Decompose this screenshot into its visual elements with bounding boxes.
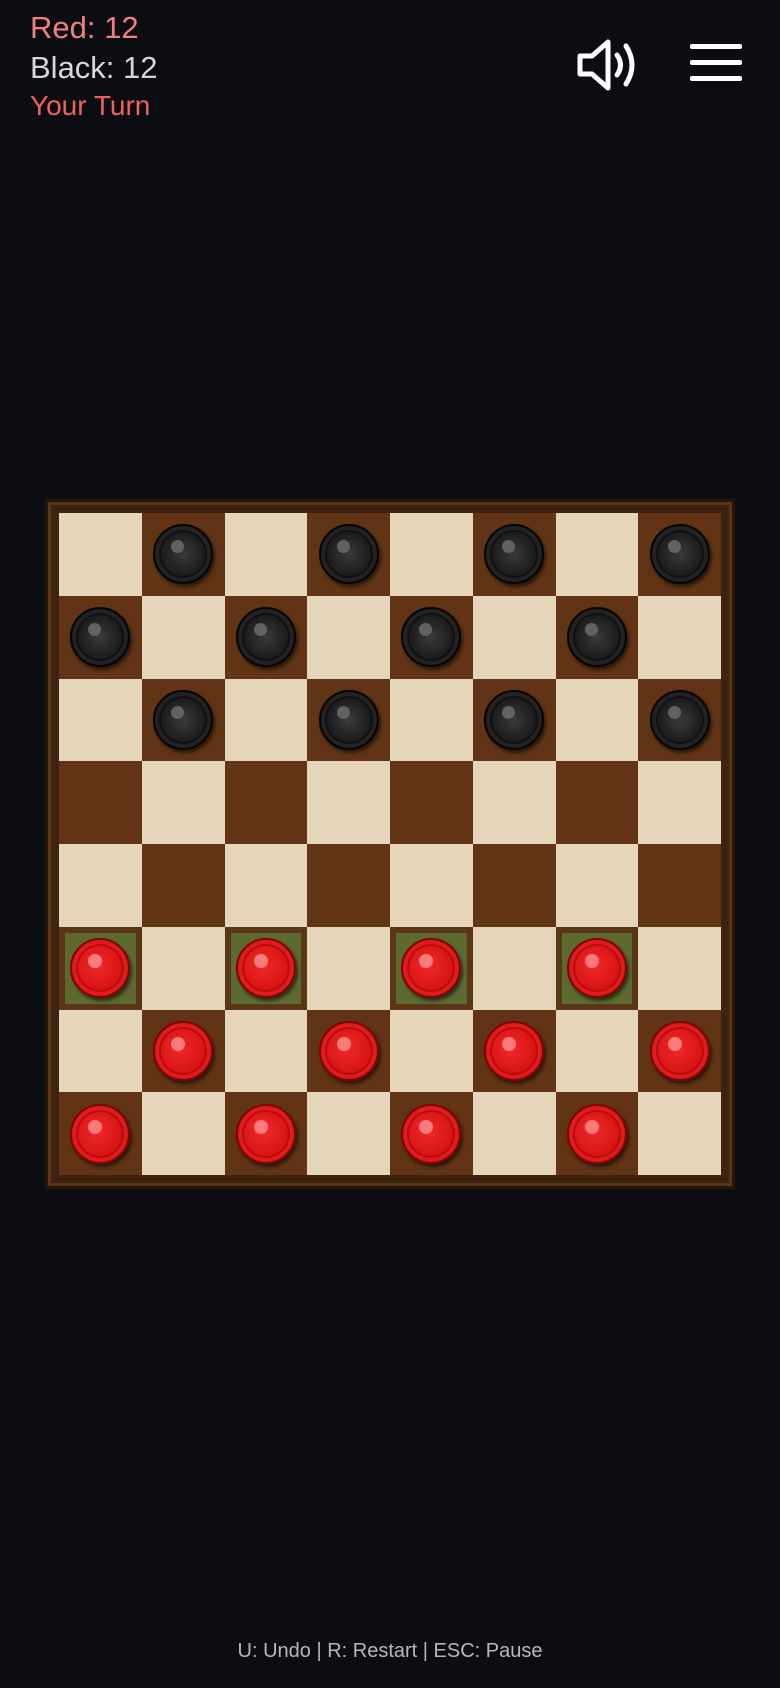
board-square-r4-c3[interactable] xyxy=(307,844,390,927)
board-square-r2-c2 xyxy=(224,678,308,762)
black-piece xyxy=(153,524,214,585)
board-square-r1-c7 xyxy=(638,595,721,679)
board-square-r4-c1[interactable] xyxy=(141,844,225,927)
red-piece[interactable] xyxy=(235,1103,296,1164)
black-piece xyxy=(566,607,627,668)
board-square-r7-c1 xyxy=(141,1092,225,1175)
black-piece xyxy=(401,607,462,668)
keyboard-hints: U: Undo | R: Restart | ESC: Pause xyxy=(237,1640,543,1662)
board-square-r0-c3[interactable] xyxy=(307,513,390,596)
board-square-r6-c3[interactable] xyxy=(307,1009,390,1093)
red-piece[interactable] xyxy=(566,938,627,999)
red-piece[interactable] xyxy=(153,1020,214,1081)
board-square-r0-c4 xyxy=(390,513,473,596)
black-score: Black: 12 xyxy=(30,50,158,85)
board-square-r2-c0 xyxy=(59,678,142,762)
board-square-r7-c2[interactable] xyxy=(224,1092,308,1175)
speaker-volume-icon xyxy=(577,39,635,91)
red-piece[interactable] xyxy=(235,938,296,999)
red-piece[interactable] xyxy=(318,1020,379,1081)
checkers-board xyxy=(59,513,721,1175)
board-square-r7-c5 xyxy=(472,1092,556,1175)
board-square-r4-c2 xyxy=(224,844,308,927)
board-square-r3-c6[interactable] xyxy=(555,761,639,844)
board-square-r7-c7 xyxy=(638,1092,721,1175)
board-square-r0-c1[interactable] xyxy=(141,513,225,596)
board-square-r2-c5[interactable] xyxy=(472,678,556,762)
black-piece xyxy=(649,689,710,750)
board-square-r1-c2[interactable] xyxy=(224,595,308,679)
red-piece[interactable] xyxy=(401,1103,462,1164)
board-square-r4-c5[interactable] xyxy=(472,844,556,927)
board-square-r5-c0[interactable] xyxy=(59,926,142,1010)
hamburger-menu-icon xyxy=(690,44,742,81)
board-square-r5-c2[interactable] xyxy=(224,926,308,1010)
black-piece xyxy=(235,607,296,668)
board-square-r2-c1[interactable] xyxy=(141,678,225,762)
board-square-r6-c5[interactable] xyxy=(472,1009,556,1093)
red-piece[interactable] xyxy=(70,1103,131,1164)
board-square-r2-c3[interactable] xyxy=(307,678,390,762)
board-square-r4-c7[interactable] xyxy=(638,844,721,927)
black-piece xyxy=(484,689,545,750)
board-square-r3-c2[interactable] xyxy=(224,761,308,844)
red-piece[interactable] xyxy=(649,1020,710,1081)
red-piece[interactable] xyxy=(484,1020,545,1081)
board-square-r0-c5[interactable] xyxy=(472,513,556,596)
board-square-r7-c4[interactable] xyxy=(390,1092,473,1175)
board-square-r5-c7 xyxy=(638,926,721,1010)
board-square-r1-c6[interactable] xyxy=(555,595,639,679)
black-piece xyxy=(484,524,545,585)
board-square-r0-c6 xyxy=(555,513,639,596)
red-piece[interactable] xyxy=(566,1103,627,1164)
board-square-r6-c7[interactable] xyxy=(638,1009,721,1093)
sound-button[interactable] xyxy=(576,38,640,92)
red-piece[interactable] xyxy=(401,938,462,999)
board-square-r4-c0 xyxy=(59,844,142,927)
board-square-r3-c0[interactable] xyxy=(59,761,142,844)
board-square-r6-c6 xyxy=(555,1009,639,1093)
board-square-r2-c6 xyxy=(555,678,639,762)
board-square-r7-c0[interactable] xyxy=(59,1092,142,1175)
red-piece[interactable] xyxy=(70,938,131,999)
black-piece xyxy=(649,524,710,585)
black-piece xyxy=(318,524,379,585)
board-square-r5-c4[interactable] xyxy=(390,926,473,1010)
black-piece xyxy=(153,689,214,750)
board-square-r3-c1 xyxy=(141,761,225,844)
board-square-r7-c6[interactable] xyxy=(555,1092,639,1175)
board-square-r1-c0[interactable] xyxy=(59,595,142,679)
turn-indicator: Your Turn xyxy=(30,90,151,121)
board-square-r0-c0 xyxy=(59,513,142,596)
board-square-r5-c5 xyxy=(472,926,556,1010)
board-square-r6-c2 xyxy=(224,1009,308,1093)
board-square-r5-c1 xyxy=(141,926,225,1010)
board-square-r4-c4 xyxy=(390,844,473,927)
board-square-r3-c7 xyxy=(638,761,721,844)
board-square-r6-c4 xyxy=(390,1009,473,1093)
board-square-r1-c5 xyxy=(472,595,556,679)
board-square-r2-c7[interactable] xyxy=(638,678,721,762)
board-square-r6-c0 xyxy=(59,1009,142,1093)
score-panel: Red: 12 Black: 12 Your Turn xyxy=(30,8,158,124)
black-piece xyxy=(70,607,131,668)
board-square-r2-c4 xyxy=(390,678,473,762)
board-square-r1-c1 xyxy=(141,595,225,679)
board-square-r5-c6[interactable] xyxy=(555,926,639,1010)
red-score: Red: 12 xyxy=(30,10,139,45)
board-square-r1-c4[interactable] xyxy=(390,595,473,679)
board-square-r1-c3 xyxy=(307,595,390,679)
board-square-r6-c1[interactable] xyxy=(141,1009,225,1093)
menu-button[interactable] xyxy=(688,40,744,86)
board-square-r0-c7[interactable] xyxy=(638,513,721,596)
board-square-r0-c2 xyxy=(224,513,308,596)
black-piece xyxy=(318,689,379,750)
board-square-r7-c3 xyxy=(307,1092,390,1175)
board-square-r3-c4[interactable] xyxy=(390,761,473,844)
board-square-r3-c3 xyxy=(307,761,390,844)
board-square-r4-c6 xyxy=(555,844,639,927)
board-square-r5-c3 xyxy=(307,926,390,1010)
game-screen: Red: 12 Black: 12 Your Turn U: Undo | R:… xyxy=(0,0,780,1688)
board-square-r3-c5 xyxy=(472,761,556,844)
